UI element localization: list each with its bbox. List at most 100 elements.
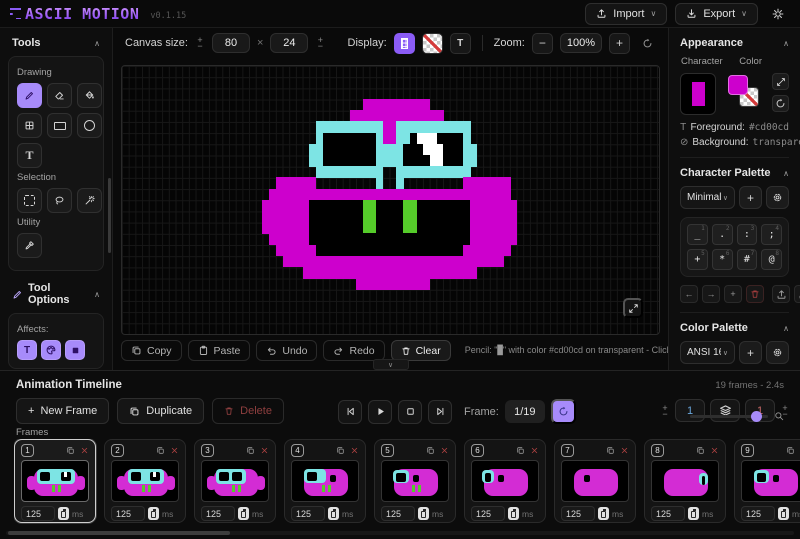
color-preset-dropdown[interactable]: ANSI 16-Color ∨ [680,341,735,364]
tool-magic-wand-button[interactable] [77,188,102,213]
loop-toggle-button[interactable] [551,399,576,424]
affects-background-button[interactable] [65,340,85,360]
color-palette-header[interactable]: Color Palette ∧ [669,313,800,339]
frame-duration-input[interactable]: 125 [291,506,325,521]
canvas-width-input[interactable]: 80 [212,33,250,53]
slider-knob[interactable] [751,411,762,422]
duplicate-frame-icon[interactable] [336,446,345,455]
palette-character-cell[interactable]: +5 [687,249,708,270]
duplicate-frame-icon[interactable] [516,446,525,455]
frame-card-2[interactable]: 2125ms [104,439,186,523]
selected-character-preview[interactable] [680,73,716,115]
new-frame-button[interactable]: + New Frame [16,398,109,424]
delete-frame-button[interactable]: Delete [212,398,284,424]
left-sidebar-scrollbar[interactable] [108,178,111,253]
palette-import-button[interactable] [772,285,790,303]
tool-fill-button[interactable] [77,83,102,108]
delete-frame-icon[interactable] [170,446,179,455]
frame-duration-input[interactable]: 125 [471,506,505,521]
delete-frame-icon[interactable] [260,446,269,455]
tool-lasso-button[interactable] [47,188,72,213]
play-button[interactable] [368,400,392,424]
frames-scrollbar-thumb[interactable] [8,531,230,535]
stop-button[interactable] [398,400,422,424]
add-character-palette-button[interactable]: + [739,186,762,209]
frame-duration-input[interactable]: 125 [741,506,775,521]
frame-card-5[interactable]: 5125ms [374,439,456,523]
frame-card-8[interactable]: 8125ms [644,439,726,523]
zoom-in-button[interactable]: + [609,33,630,54]
tool-ellipse-button[interactable] [77,113,102,138]
delete-frame-icon[interactable] [620,446,629,455]
zoom-value[interactable]: 100% [560,33,602,53]
duplicate-frame-icon[interactable] [786,446,795,455]
palette-character-cell[interactable]: :3 [737,224,758,245]
palette-character-cell[interactable]: *6 [712,249,733,270]
copy-button[interactable]: Copy [121,340,182,361]
toggle-characters-button[interactable]: T [450,33,471,54]
zoom-reset-button[interactable] [637,33,658,54]
reset-colors-button[interactable] [772,95,789,112]
toggle-transparency-button[interactable] [422,33,443,54]
onion-prev-stepper[interactable]: +− [660,405,670,417]
frame-card-9[interactable]: 9125ms [734,439,800,523]
appearance-header[interactable]: Appearance ∧ [669,28,800,54]
canvas-width-stepper[interactable]: +− [195,37,205,49]
duplicate-frame-icon[interactable] [606,446,615,455]
duplicate-frame-icon[interactable] [426,446,435,455]
tool-pattern-button[interactable] [17,113,42,138]
character-palette-settings-button[interactable] [766,186,789,209]
delete-frame-icon[interactable] [440,446,449,455]
affects-color-button[interactable] [41,340,61,360]
tool-pencil-button[interactable] [17,83,42,108]
frame-duration-input[interactable]: 125 [201,506,235,521]
toggle-grid-button[interactable] [394,33,415,54]
palette-next-button[interactable]: → [702,285,720,303]
palette-character-cell[interactable]: _1 [687,224,708,245]
delete-frame-icon[interactable] [710,446,719,455]
canvas-height-input[interactable]: 24 [270,33,308,53]
frame-card-6[interactable]: 6125ms [464,439,546,523]
palette-delete-char-button[interactable] [746,285,764,303]
theme-toggle-button[interactable] [766,3,790,25]
delete-frame-icon[interactable] [80,446,89,455]
last-frame-button[interactable] [428,400,452,424]
frame-card-3[interactable]: 3125ms [194,439,276,523]
palette-character-cell[interactable]: .2 [712,224,733,245]
duplicate-frame-button[interactable]: Duplicate [117,398,204,424]
tool-eyedropper-button[interactable] [17,233,42,258]
affects-character-button[interactable]: T [17,340,37,360]
frame-duration-input[interactable]: 125 [381,506,415,521]
duplicate-frame-icon[interactable] [156,446,165,455]
tool-text-button[interactable]: T [17,143,42,168]
tools-section-header[interactable]: Tools ∧ [0,28,112,56]
frame-card-4[interactable]: 4125ms [284,439,366,523]
frame-duration-input[interactable]: 125 [651,506,685,521]
frame-card-1[interactable]: 1125ms [14,439,96,523]
palette-export-button[interactable] [794,285,800,303]
tool-eraser-button[interactable] [47,83,72,108]
character-palette-header[interactable]: Character Palette ∧ [669,158,800,184]
frame-duration-input[interactable]: 125 [21,506,55,521]
foreground-color-swatch[interactable] [728,75,748,95]
timeline-zoom-slider[interactable] [690,415,768,418]
duplicate-frame-icon[interactable] [696,446,705,455]
duplicate-frame-icon[interactable] [246,446,255,455]
zoom-out-button[interactable]: − [532,33,553,54]
first-frame-button[interactable] [338,400,362,424]
tool-marquee-button[interactable] [17,188,42,213]
color-palette-settings-button[interactable] [766,341,789,364]
undo-button[interactable]: Undo [256,340,317,361]
palette-character-cell[interactable]: ;4 [761,224,782,245]
canvas-fullscreen-button[interactable] [623,298,643,318]
collapse-canvas-tab[interactable]: ∨ [373,359,409,370]
redo-button[interactable]: Redo [323,340,384,361]
palette-add-char-button[interactable]: + [724,285,742,303]
clear-button[interactable]: Clear [391,340,451,361]
character-preset-dropdown[interactable]: Minimal ASCII ∨ [680,186,735,209]
export-button[interactable]: Export ∨ [675,3,758,25]
tool-options-header[interactable]: Tool Options ∧ [0,273,112,313]
palette-prev-button[interactable]: ← [680,285,698,303]
canvas-height-stepper[interactable]: +− [315,37,325,49]
delete-frame-icon[interactable] [530,446,539,455]
